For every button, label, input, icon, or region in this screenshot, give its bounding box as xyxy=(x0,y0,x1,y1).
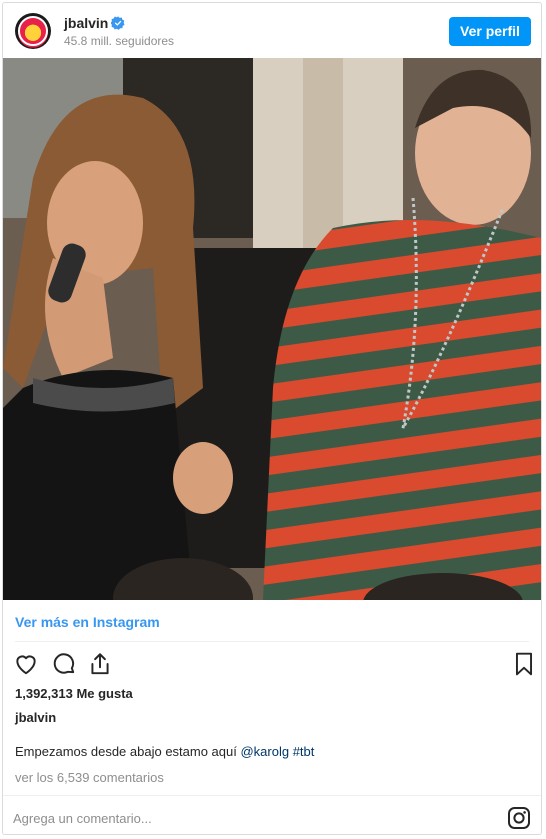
divider xyxy=(15,641,529,642)
avatar[interactable] xyxy=(15,13,51,49)
caption-hashtag[interactable]: #tbt xyxy=(293,744,315,759)
caption: Empezamos desde abajo estamo aquí @karol… xyxy=(15,744,314,759)
view-comments-link[interactable]: ver los 6,539 comentarios xyxy=(15,770,164,785)
caption-mention[interactable]: @karolg xyxy=(240,744,289,759)
verified-badge-icon xyxy=(111,16,125,30)
view-more-on-instagram-link[interactable]: Ver más en Instagram xyxy=(15,614,160,630)
post-photo[interactable] xyxy=(3,58,541,600)
like-count[interactable]: 1,392,313 Me gusta xyxy=(15,686,133,701)
username[interactable]: jbalvin xyxy=(64,15,108,31)
caption-text: Empezamos desde abajo estamo aquí xyxy=(15,744,241,759)
post-header: jbalvin 45.8 mill. seguidores Ver perfil xyxy=(3,3,541,58)
bookmark-icon[interactable] xyxy=(511,651,537,677)
instagram-icon[interactable] xyxy=(507,806,531,830)
comment-input[interactable] xyxy=(13,807,453,829)
share-icon[interactable] xyxy=(87,651,113,677)
instagram-embed-card: jbalvin 45.8 mill. seguidores Ver perfil xyxy=(2,2,542,835)
follower-count: 45.8 mill. seguidores xyxy=(64,34,175,48)
caption-username[interactable]: jbalvin xyxy=(15,710,56,725)
comment-bubble-icon[interactable] xyxy=(51,651,77,677)
avatar-ring xyxy=(18,16,48,46)
view-profile-button[interactable]: Ver perfil xyxy=(449,17,531,46)
heart-icon[interactable] xyxy=(13,651,39,677)
divider xyxy=(3,795,541,796)
post-photo-illustration xyxy=(3,58,541,600)
action-bar xyxy=(13,651,533,679)
